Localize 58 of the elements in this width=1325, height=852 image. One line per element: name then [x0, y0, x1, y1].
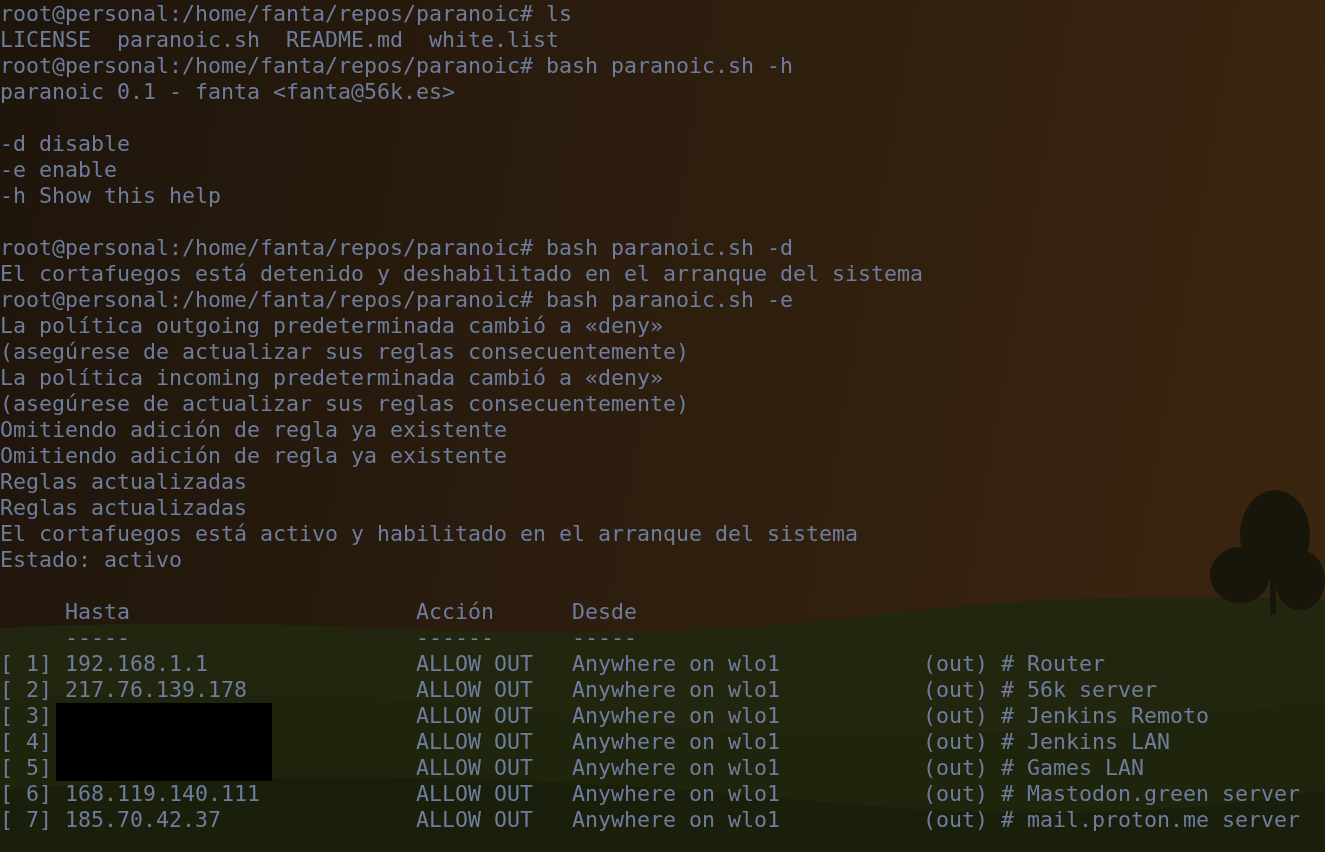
rule-number: [ 5]: [0, 755, 53, 781]
terminal-line: paranoic 0.1 - fanta <fanta@56k.es>: [0, 79, 457, 105]
terminal-line: root@personal:/home/fanta/repos/paranoic# bash paranoic.sh -h: [0, 53, 795, 79]
table-cell-text: (out) # mail.proton.me server: [923, 807, 1301, 833]
rule-number: [ 2]: [0, 677, 53, 703]
terminal-line: root@personal:/home/fanta/repos/paranoic# bash paranoic.sh -e: [0, 287, 795, 313]
terminal-line: La política outgoing predeterminada cambió a «deny»: [0, 313, 665, 339]
column-header: Hasta: [65, 599, 131, 625]
table-cell-text: Anywhere on wlo1: [572, 703, 781, 729]
terminal-line: (asegúrese de actualizar sus reglas consecuentemente): [0, 391, 691, 417]
terminal-line: -h Show this help: [0, 183, 222, 209]
table-cell-text: 185.70.42.37: [65, 807, 222, 833]
table-cell-text: Anywhere on wlo1: [572, 781, 781, 807]
table-cell-text: ALLOW OUT: [416, 677, 534, 703]
rule-number: [ 7]: [0, 807, 53, 833]
column-header: Desde: [572, 599, 638, 625]
table-cell-text: Anywhere on wlo1: [572, 651, 781, 677]
rule-number: [ 1]: [0, 651, 53, 677]
terminal-line: Estado: activo: [0, 547, 183, 573]
rule-number: [ 4]: [0, 729, 53, 755]
terminal-line: La política incoming predeterminada cambió a «deny»: [0, 365, 665, 391]
terminal-line: Reglas actualizadas: [0, 495, 248, 521]
terminal-line: root@personal:/home/fanta/repos/paranoic# bash paranoic.sh -d: [0, 235, 795, 261]
terminal-line: -e enable: [0, 157, 118, 183]
terminal-line: LICENSE paranoic.sh README.md white.list: [0, 27, 561, 53]
table-cell-text: Anywhere on wlo1: [572, 755, 781, 781]
table-cell-text: Anywhere on wlo1: [572, 807, 781, 833]
table-cell-text: (out) # Mastodon.green server: [923, 781, 1301, 807]
terminal-line: root@personal:/home/fanta/repos/paranoic# ls: [0, 1, 574, 27]
rule-number: [ 3]: [0, 703, 53, 729]
header-underline: -----: [572, 625, 638, 651]
terminal-line: -d disable: [0, 131, 131, 157]
table-cell-text: 217.76.139.178: [65, 677, 248, 703]
table-cell-text: (out) # Jenkins Remoto: [923, 703, 1210, 729]
table-cell-text: ALLOW OUT: [416, 703, 534, 729]
table-cell-text: ALLOW OUT: [416, 729, 534, 755]
header-underline: ------: [416, 625, 495, 651]
rule-number: [ 6]: [0, 781, 53, 807]
table-cell-text: 192.168.1.1: [65, 651, 209, 677]
terminal-line: Reglas actualizadas: [0, 469, 248, 495]
table-cell-text: ALLOW OUT: [416, 807, 534, 833]
header-underline: -----: [65, 625, 131, 651]
table-cell-text: (out) # Games LAN: [923, 755, 1145, 781]
table-cell-text: (out) # 56k server: [923, 677, 1158, 703]
terminal-line: El cortafuegos está activo y habilitado en el arranque del sistema: [0, 521, 860, 547]
terminal-line: Omitiendo adición de regla ya existente: [0, 417, 509, 443]
terminal-line: El cortafuegos está detenido y deshabilitado en el arranque del sistema: [0, 261, 925, 287]
table-cell-text: (out) # Jenkins LAN: [923, 729, 1171, 755]
table-cell-text: Anywhere on wlo1: [572, 677, 781, 703]
terminal-line: Omitiendo adición de regla ya existente: [0, 443, 509, 469]
table-cell-text: ALLOW OUT: [416, 755, 534, 781]
table-cell-text: ALLOW OUT: [416, 651, 534, 677]
terminal-line: (asegúrese de actualizar sus reglas consecuentemente): [0, 339, 691, 365]
table-cell-text: Anywhere on wlo1: [572, 729, 781, 755]
column-header: Acción: [416, 599, 495, 625]
table-cell-text: 168.119.140.111: [65, 781, 261, 807]
table-cell-text: ALLOW OUT: [416, 781, 534, 807]
table-cell-text: (out) # Router: [923, 651, 1106, 677]
